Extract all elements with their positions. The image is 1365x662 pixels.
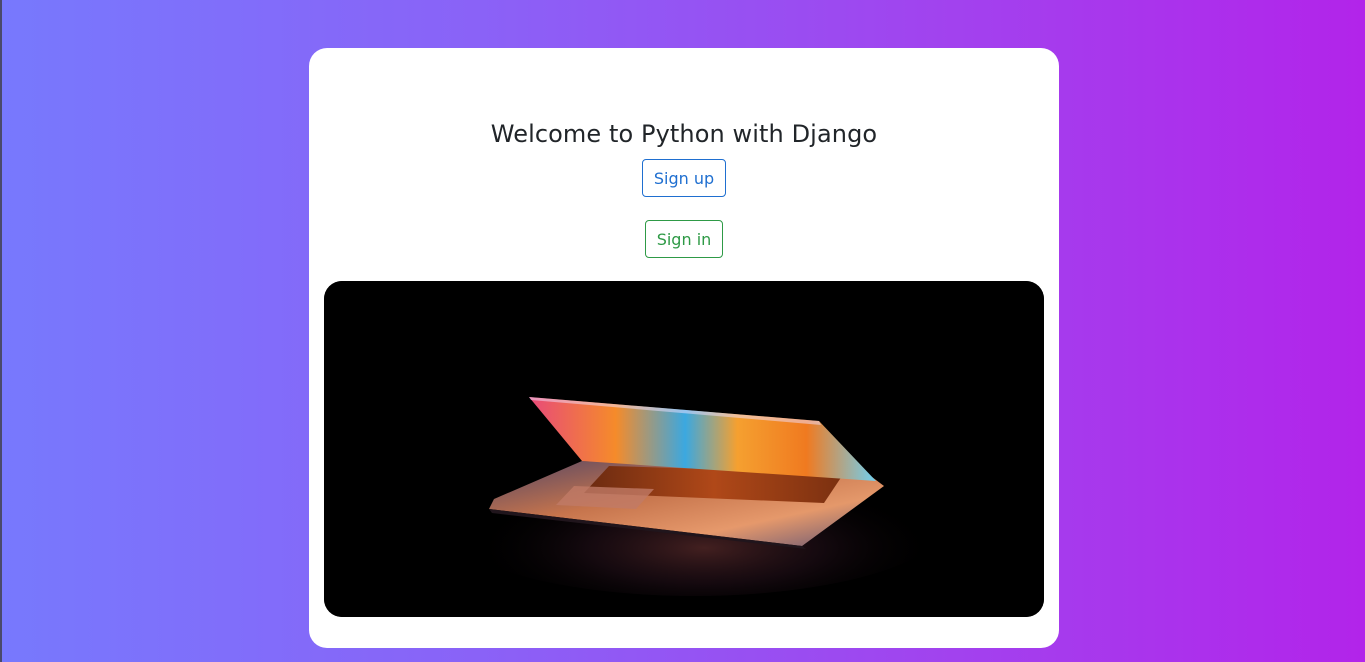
welcome-card: Welcome to Python with Django Sign up Si… [309,48,1059,648]
laptop-illustration [324,281,1044,617]
page-title: Welcome to Python with Django [490,120,878,148]
signin-button[interactable]: Sign in [645,220,723,258]
window-edge [0,0,2,662]
hero-image [324,281,1044,617]
signup-button[interactable]: Sign up [642,159,726,197]
